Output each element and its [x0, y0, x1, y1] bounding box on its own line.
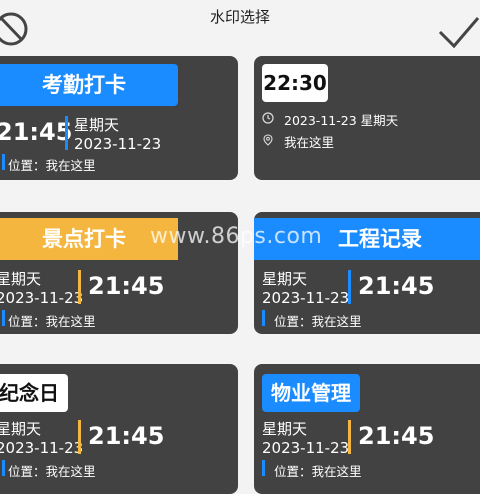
top-bar: 水印选择 — [0, 0, 480, 50]
page-title: 水印选择 — [209, 8, 270, 26]
card-location-marker — [2, 460, 5, 476]
card-time: 21:45 — [358, 272, 435, 300]
card-location: 位置：我在这里 — [274, 464, 362, 479]
card-time: 21:45 — [0, 118, 73, 146]
card-label: 考勤打卡 — [0, 64, 178, 106]
card-location: 位置：我在这里 — [8, 464, 96, 479]
card-label: 物业管理 — [262, 374, 360, 412]
card-location: 位置：我在这里 — [274, 314, 362, 329]
card-date-weekday: 2023-11-23 星期天 — [284, 113, 399, 128]
card-weekday: 星期天 — [0, 420, 42, 438]
watermark-card-time[interactable]: 22:30 2023-11-23 星期天 我在这里 — [254, 56, 480, 180]
card-date: 2023-11-23 — [0, 439, 84, 457]
clock-icon — [262, 112, 274, 124]
location-pin-icon — [263, 134, 273, 146]
card-divider — [65, 116, 68, 150]
card-date: 2023-11-23 — [262, 289, 350, 307]
card-location-marker — [262, 460, 265, 476]
card-label: 纪念日 — [0, 374, 68, 412]
card-location-marker — [262, 310, 265, 326]
card-location-marker — [2, 310, 5, 326]
card-date: 2023-11-23 — [262, 439, 350, 457]
watermark-card-anniversary[interactable]: 纪念日 星期天 2023-11-23 21:45 位置：我在这里 — [0, 364, 238, 494]
card-time-badge: 22:30 — [262, 64, 328, 102]
card-weekday: 星期天 — [74, 116, 120, 134]
watermark-card-property[interactable]: 物业管理 星期天 2023-11-23 21:45 位置：我在这里 — [254, 364, 480, 494]
card-divider — [78, 270, 81, 304]
card-location: 位置：我在这里 — [8, 314, 96, 329]
card-time: 21:45 — [358, 422, 435, 450]
card-weekday: 星期天 — [262, 420, 308, 438]
card-weekday: 星期天 — [262, 270, 308, 288]
card-divider — [78, 420, 81, 454]
card-date: 2023-11-23 — [74, 135, 162, 153]
checkmark-icon[interactable] — [436, 14, 480, 50]
card-time: 21:45 — [88, 272, 165, 300]
card-date: 2023-11-23 — [0, 289, 84, 307]
card-divider — [348, 270, 351, 304]
card-time: 21:45 — [88, 422, 165, 450]
card-location: 位置：我在这里 — [8, 158, 96, 173]
card-weekday: 星期天 — [0, 270, 42, 288]
site-watermark: www.86ps.com — [150, 224, 323, 249]
card-location: 我在这里 — [284, 135, 335, 150]
card-divider — [348, 420, 351, 454]
watermark-card-attendance[interactable]: 考勤打卡 21:45 星期天 2023-11-23 位置：我在这里 — [0, 56, 238, 180]
card-location-marker — [2, 154, 5, 170]
